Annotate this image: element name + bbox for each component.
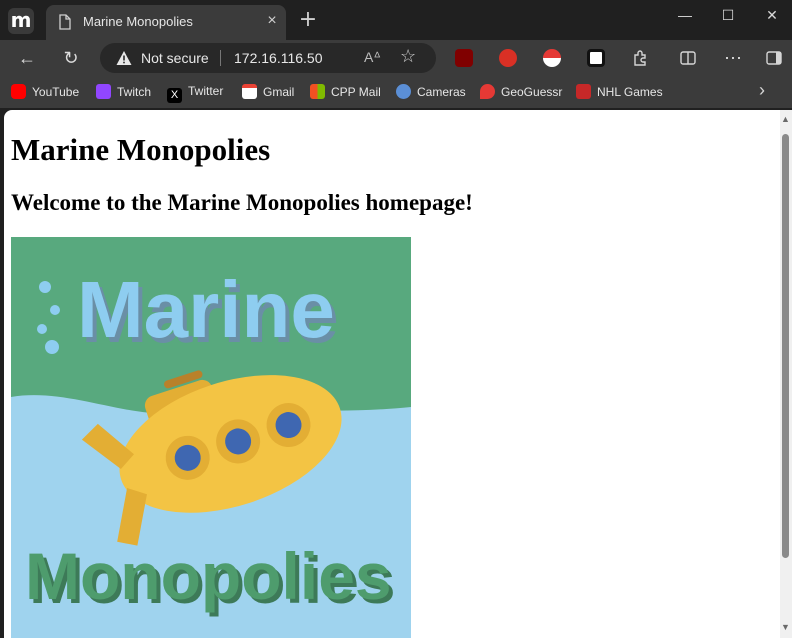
page-subtitle: Welcome to the Marine Monopolies homepag… — [11, 190, 473, 215]
youtube-icon — [11, 84, 26, 99]
scroll-down-arrow-icon[interactable]: ▼ — [781, 622, 790, 632]
eyes-extension-icon[interactable] — [587, 49, 605, 67]
vertical-scrollbar[interactable]: ▲ ▼ — [780, 110, 792, 638]
web-content: Marine Monopolies Welcome to the Marine … — [4, 110, 792, 638]
twitch-icon — [96, 84, 111, 99]
minimize-button[interactable]: — — [665, 4, 705, 26]
bookmark-twitter[interactable]: X Twitter — [167, 84, 223, 103]
gmail-icon — [242, 84, 257, 99]
read-aloud-icon[interactable]: A͏ᐞ — [364, 49, 381, 66]
sidebar-toggle-icon[interactable] — [765, 49, 783, 67]
ublock-extension-icon[interactable] — [455, 49, 473, 67]
microsoft-icon — [310, 84, 325, 99]
divider — [220, 50, 221, 66]
new-tab-button[interactable]: + — [296, 9, 320, 33]
bookmark-nhl-games[interactable]: NHL Games — [576, 84, 663, 102]
bookmark-cpp-mail[interactable]: CPP Mail — [310, 84, 381, 102]
address-bar[interactable]: Not secure 172.16.116.50 A͏ᐞ ☆ — [100, 43, 436, 73]
more-menu-button[interactable]: ⋯ — [719, 44, 747, 72]
close-window-button[interactable]: ✕ — [752, 4, 792, 26]
bookmark-twitch[interactable]: Twitch — [96, 84, 151, 102]
maximize-button[interactable]: ☐ — [708, 4, 748, 26]
pokeball-extension-icon[interactable] — [543, 49, 561, 67]
page-icon — [59, 14, 71, 30]
back-button[interactable]: ← — [13, 44, 41, 72]
bookmark-cameras[interactable]: Cameras — [396, 84, 466, 102]
favorite-star-icon[interactable]: ☆ — [400, 46, 416, 67]
map-pin-icon — [480, 84, 495, 99]
split-screen-icon[interactable] — [679, 49, 697, 67]
camera-globe-icon — [396, 84, 411, 99]
chevron-right-icon[interactable]: › — [752, 80, 772, 101]
close-tab-icon[interactable]: × — [262, 11, 282, 31]
refresh-button[interactable]: ↻ — [57, 44, 85, 72]
page-title: Marine Monopolies — [11, 132, 271, 167]
extensions-puzzle-icon[interactable] — [631, 49, 649, 67]
url-text[interactable]: 172.16.116.50 — [234, 50, 323, 66]
bookmark-gmail[interactable]: Gmail — [242, 84, 294, 102]
title-bar: m Marine Monopolies × + — ☐ ✕ — [0, 0, 792, 40]
tab-marine-monopolies[interactable]: Marine Monopolies × — [46, 5, 286, 40]
bookmark-geoguessr[interactable]: GeoGuessr — [480, 84, 562, 102]
security-status[interactable]: Not secure — [141, 50, 209, 66]
youtube-extension-icon[interactable] — [499, 49, 517, 67]
browser-profile-icon[interactable]: m — [8, 8, 34, 34]
scroll-thumb[interactable] — [782, 134, 789, 558]
scroll-up-arrow-icon[interactable]: ▲ — [781, 114, 790, 124]
tab-title: Marine Monopolies — [83, 14, 193, 29]
bookmarks-bar: YouTube Twitch X Twitter Gmail CPP Mail C… — [0, 76, 792, 108]
svg-text:Monopolies: Monopolies — [25, 539, 392, 613]
nhl-icon — [576, 84, 591, 99]
warning-icon — [116, 51, 132, 65]
navigation-toolbar: ← ↻ Not secure 172.16.116.50 A͏ᐞ ☆ ⋯ — [0, 40, 792, 76]
x-twitter-icon: X — [167, 88, 182, 103]
svg-text:Marine: Marine — [77, 265, 335, 354]
marine-monopolies-logo: Marine Marine Monopolies Monopolies — [11, 237, 411, 638]
bookmark-youtube[interactable]: YouTube — [11, 84, 79, 102]
